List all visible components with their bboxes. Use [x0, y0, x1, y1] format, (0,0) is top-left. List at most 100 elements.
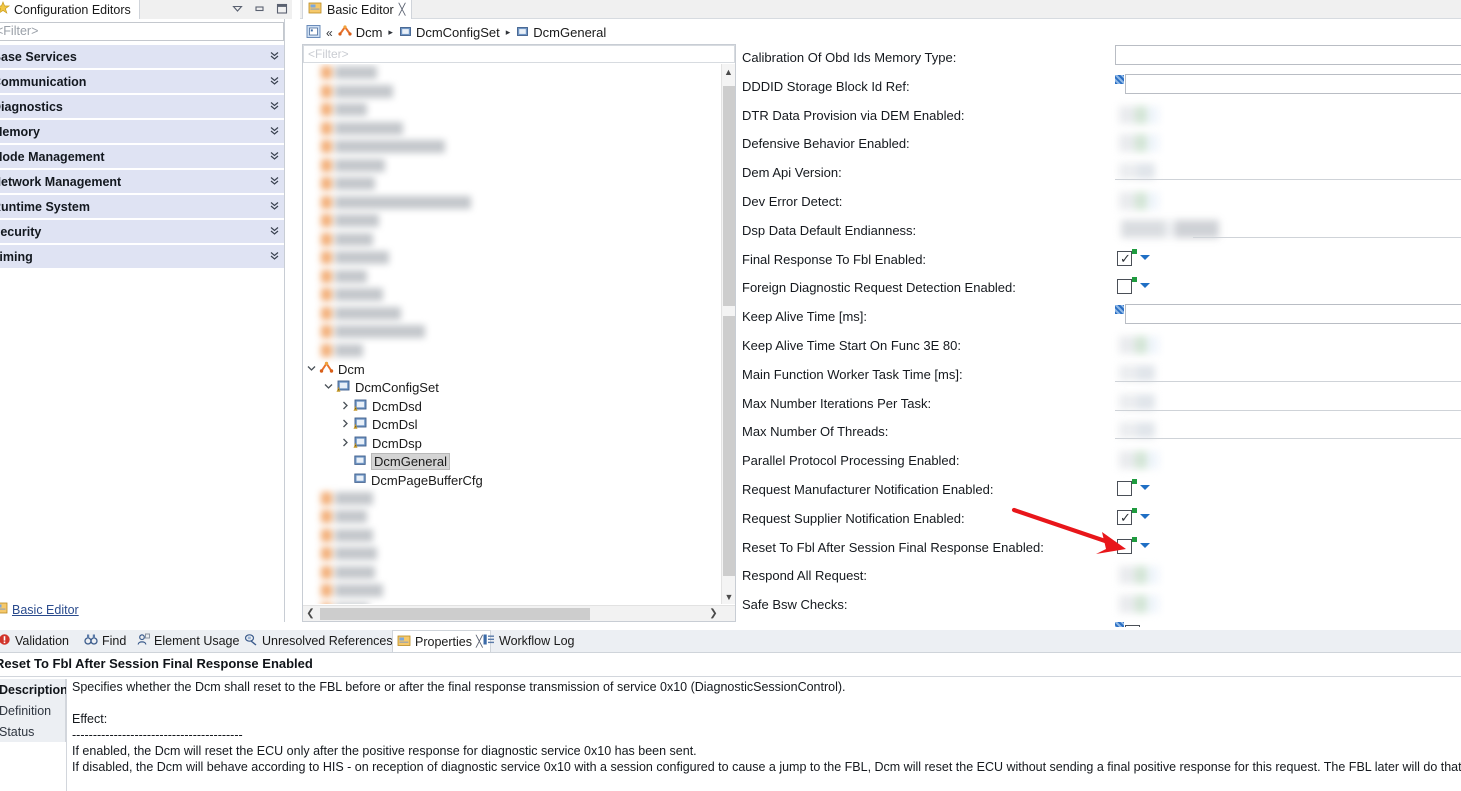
tree-node-dcmdsl[interactable]: DcmDsl	[303, 416, 735, 435]
chevron-right-icon[interactable]	[337, 400, 353, 413]
sidebar-section-runtime-system[interactable]: Runtime System	[0, 195, 284, 220]
property-checkbox[interactable]: ✓	[1117, 250, 1132, 266]
properties-tab-description[interactable]: Description	[0, 679, 68, 700]
redacted-value	[1119, 364, 1155, 381]
property-value-cell[interactable]: ✓	[1115, 246, 1461, 275]
property-value-cell[interactable]	[1115, 476, 1461, 505]
sidebar-section-diagnostics[interactable]: Diagnostics	[0, 95, 284, 120]
double-chevron-down-icon[interactable]	[264, 199, 284, 214]
footer-basic-editor-link[interactable]: Basic Editor	[12, 603, 79, 617]
tree-filter-input[interactable]: <Filter>	[303, 45, 735, 63]
chevron-left-icon[interactable]: ❮	[303, 608, 318, 619]
close-icon[interactable]: ╳	[399, 3, 406, 16]
sidebar-section-mode-management[interactable]: Mode Management	[0, 145, 284, 170]
configuration-editors-filter-input[interactable]: <Filter>	[0, 22, 284, 41]
chevron-down-icon[interactable]	[1140, 484, 1150, 490]
property-value-cell[interactable]	[1115, 73, 1461, 102]
breadcrumb-item-dcmgeneral[interactable]: DcmGeneral	[516, 25, 606, 41]
property-value-cell[interactable]	[1115, 591, 1461, 620]
breadcrumb-item-dcmconfigset[interactable]: DcmConfigSet	[399, 25, 500, 41]
chevron-right-icon[interactable]	[337, 418, 353, 431]
sidebar-section-security[interactable]: Security	[0, 220, 284, 245]
tree-node-dcmdsp[interactable]: DcmDsp	[303, 434, 735, 453]
reference-handle-icon[interactable]	[1115, 74, 1124, 84]
properties-tab-definition[interactable]: Definition	[0, 700, 66, 721]
tree-node-dcmgeneral[interactable]: DcmGeneral	[303, 453, 735, 472]
property-reference-input[interactable]	[1125, 73, 1461, 94]
double-chevron-down-icon[interactable]	[264, 149, 284, 164]
property-value-cell[interactable]	[1115, 188, 1461, 217]
view-menu-icon[interactable]	[231, 2, 244, 18]
breadcrumb-item-dcm[interactable]: Dcm	[338, 24, 382, 41]
tab-configuration-editors[interactable]: Configuration Editors	[0, 0, 140, 19]
tree-hscroll-thumb[interactable]	[320, 607, 590, 620]
property-value-cell[interactable]	[1115, 447, 1461, 476]
tree-vscroll-thumb-lower[interactable]	[723, 316, 735, 576]
tree-node-dcm[interactable]: Dcm	[303, 360, 735, 379]
tree-vscroll-thumb[interactable]	[723, 86, 735, 306]
property-value-cell[interactable]	[1115, 390, 1461, 419]
property-reference-input[interactable]	[1125, 304, 1461, 325]
property-text-input[interactable]	[1115, 45, 1461, 65]
tree-vertical-scrollbar[interactable]: ▲ ▼	[721, 64, 735, 604]
sidebar-section-timing[interactable]: Timing	[0, 245, 284, 270]
property-checkbox[interactable]	[1117, 480, 1132, 496]
bottom-tab-element-usage[interactable]: Element Usage	[132, 630, 246, 652]
properties-tab-status[interactable]: Status	[0, 721, 66, 742]
reference-handle-icon[interactable]	[1115, 305, 1124, 315]
maximize-icon[interactable]	[275, 2, 288, 18]
property-value-cell[interactable]	[1115, 217, 1461, 246]
tab-label: Basic Editor	[327, 2, 394, 17]
sidebar-section-communication[interactable]: Communication	[0, 70, 284, 95]
bottom-tab-find[interactable]: Find	[80, 630, 133, 652]
chevron-down-icon[interactable]	[1140, 513, 1150, 519]
chevron-right-icon[interactable]	[337, 437, 353, 450]
minimize-icon[interactable]	[253, 2, 266, 18]
chevron-down-icon[interactable]	[320, 381, 336, 394]
double-chevron-down-icon[interactable]	[264, 174, 284, 189]
property-value-cell[interactable]	[1115, 159, 1461, 188]
tree-node-dcmdsd[interactable]: DcmDsd	[303, 397, 735, 416]
property-value-cell[interactable]	[1115, 332, 1461, 361]
sidebar-section-base-services[interactable]: Base Services	[0, 45, 284, 70]
bottom-tab-workflow-log[interactable]: Workflow Log	[478, 630, 582, 652]
tree-horizontal-scrollbar[interactable]: ❮ ❯	[303, 605, 735, 621]
double-chevron-down-icon[interactable]	[264, 124, 284, 139]
chevron-down-icon[interactable]	[1140, 283, 1150, 289]
bottom-tab-unresolved-references[interactable]: Unresolved References	[240, 630, 400, 652]
sidebar-section-memory[interactable]: Memory	[0, 120, 284, 145]
property-value-cell[interactable]	[1115, 361, 1461, 390]
chevron-up-icon[interactable]: ▲	[722, 64, 735, 79]
tree-node-dcmconfigset[interactable]: DcmConfigSet	[303, 379, 735, 398]
sidebar-section-network-management[interactable]: Network Management	[0, 170, 284, 195]
tree-node-dcmpagebuffercfg[interactable]: DcmPageBufferCfg	[303, 471, 735, 490]
property-checkbox[interactable]	[1117, 279, 1132, 295]
configuration-editors-section-list: Base Services Communication Diagnostics Mem…	[0, 45, 284, 270]
property-value-cell[interactable]	[1115, 274, 1461, 303]
tab-basic-editor[interactable]: Basic Editor ╳	[302, 0, 413, 19]
double-chevron-down-icon[interactable]	[264, 224, 284, 239]
chevron-down-icon[interactable]	[303, 363, 319, 376]
breadcrumb-collapse-glyph[interactable]: «	[326, 26, 333, 40]
chevron-right-icon[interactable]: ❯	[706, 608, 721, 619]
chevron-down-icon[interactable]	[1140, 542, 1150, 548]
double-chevron-down-icon[interactable]	[264, 49, 284, 64]
property-value-cell[interactable]	[1115, 102, 1461, 131]
module-root-icon[interactable]	[306, 24, 321, 42]
double-chevron-down-icon[interactable]	[264, 249, 284, 264]
property-value-cell[interactable]	[1115, 130, 1461, 159]
property-value-cell[interactable]: ✓	[1115, 505, 1461, 534]
property-value-cell[interactable]	[1115, 562, 1461, 591]
property-checkbox[interactable]	[1117, 538, 1132, 554]
property-value-cell[interactable]	[1115, 303, 1461, 332]
bottom-tab-validation[interactable]: Validation	[0, 630, 76, 652]
property-checkbox[interactable]: ✓	[1117, 509, 1132, 525]
double-chevron-down-icon[interactable]	[264, 74, 284, 89]
chevron-down-icon[interactable]	[1140, 254, 1150, 260]
property-value-cell[interactable]	[1115, 534, 1461, 563]
bottom-tab-properties[interactable]: Properties ╳	[392, 630, 491, 652]
property-value-cell[interactable]	[1115, 418, 1461, 447]
double-chevron-down-icon[interactable]	[264, 99, 284, 114]
chevron-down-icon[interactable]: ▼	[722, 589, 736, 604]
property-value-cell[interactable]	[1115, 44, 1461, 73]
